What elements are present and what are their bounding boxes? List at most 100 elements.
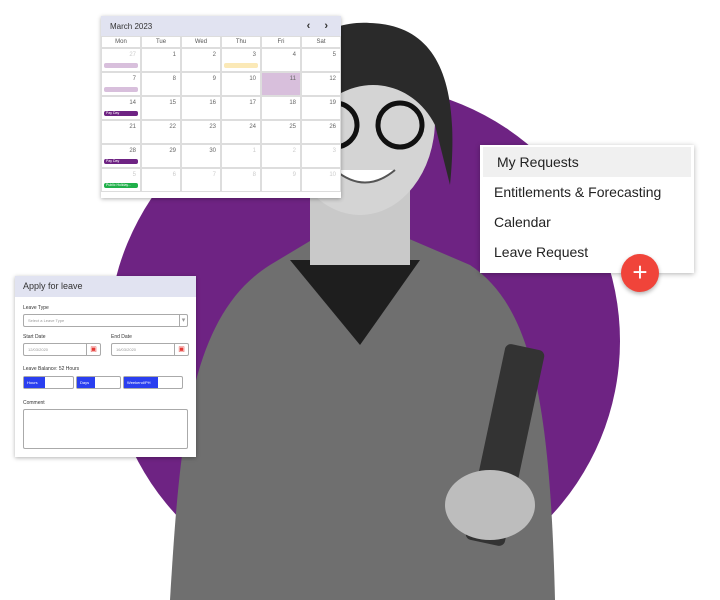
calendar-day[interactable]: 10	[221, 72, 261, 96]
calendar-day[interactable]: 9	[261, 168, 301, 192]
calendar-day[interactable]: 27	[101, 48, 141, 72]
calendar-icon[interactable]: ▣	[86, 344, 100, 355]
day-of-week-header: Wed	[181, 36, 221, 48]
calendar-day[interactable]: 17	[221, 96, 261, 120]
day-number: 1	[252, 148, 256, 154]
calendar-day[interactable]: 30	[181, 144, 221, 168]
comment-textarea[interactable]	[23, 409, 188, 449]
day-number: 12	[329, 76, 336, 82]
start-date-input[interactable]: 12/03/2020 ▣	[23, 343, 101, 356]
calendar-day[interactable]: 7	[181, 168, 221, 192]
menu-item-leave-request[interactable]: Leave Request	[480, 237, 694, 267]
day-number: 1	[172, 52, 176, 58]
day-of-week-header: Fri	[261, 36, 301, 48]
weekend-label: Weekend/PH	[124, 377, 158, 388]
apply-for-leave-form: Apply for leave Leave Type Select a Leav…	[15, 276, 196, 457]
leave-balance-label: Leave Balance: 52 Hours	[23, 366, 80, 372]
calendar-day[interactable]: 9	[181, 72, 221, 96]
end-date-label: End Date	[111, 334, 132, 340]
leave-type-placeholder: Select a Leave Type	[28, 318, 65, 323]
day-of-week-header: Tue	[141, 36, 181, 48]
day-number: 5	[332, 52, 336, 58]
day-of-week-header: Mon	[101, 36, 141, 48]
calendar-day[interactable]: 22	[141, 120, 181, 144]
calendar-header: March 2023 ‹ ›	[101, 16, 341, 36]
calendar-day[interactable]: 11	[261, 72, 301, 96]
day-number: 28	[129, 148, 136, 154]
calendar-day[interactable]: 8	[141, 72, 181, 96]
day-number: 3	[252, 52, 256, 58]
calendar-day[interactable]: 2	[181, 48, 221, 72]
chevron-left-icon[interactable]: ‹	[307, 20, 311, 32]
calendar-event[interactable]: Pay Day	[104, 159, 138, 164]
days-field[interactable]: Days	[76, 376, 121, 389]
menu-item-my-requests[interactable]: My Requests	[483, 147, 691, 177]
day-number: 6	[172, 172, 176, 178]
calendar-icon[interactable]: ▣	[174, 344, 188, 355]
hours-field[interactable]: Hours	[23, 376, 74, 389]
calendar-day[interactable]: 4	[261, 48, 301, 72]
end-date-input[interactable]: 16/03/2020 ▣	[111, 343, 189, 356]
calendar-day[interactable]: 5	[301, 48, 341, 72]
day-number: 7	[132, 76, 136, 82]
day-number: 27	[129, 52, 136, 58]
calendar-event[interactable]: Public Holiday...	[104, 183, 138, 188]
calendar-day[interactable]: 7	[101, 72, 141, 96]
hours-label: Hours	[24, 377, 45, 388]
calendar-day[interactable]: 3	[221, 48, 261, 72]
calendar-day[interactable]: 25	[261, 120, 301, 144]
calendar-day[interactable]: 1	[141, 48, 181, 72]
calendar-day[interactable]: 12	[301, 72, 341, 96]
add-button[interactable]: +	[621, 254, 659, 292]
day-number: 18	[289, 100, 296, 106]
chevron-right-icon[interactable]: ›	[324, 20, 328, 32]
calendar-day[interactable]: 18	[261, 96, 301, 120]
calendar-day[interactable]: 5 Public Holiday...	[101, 168, 141, 192]
day-of-week-header: Sat	[301, 36, 341, 48]
day-number: 26	[329, 124, 336, 130]
calendar-event[interactable]	[104, 87, 138, 92]
calendar-day[interactable]: 1	[221, 144, 261, 168]
plus-icon: +	[632, 257, 648, 287]
day-number: 24	[249, 124, 256, 130]
calendar-day[interactable]: 6	[141, 168, 181, 192]
menu-item-entitlements[interactable]: Entitlements & Forecasting	[480, 177, 694, 207]
calendar-day[interactable]: 23	[181, 120, 221, 144]
calendar-widget: March 2023 ‹ › Mon Tue Wed Thu Fri Sat 27 1 2 3 4 5…	[101, 16, 341, 198]
day-number: 14	[129, 100, 136, 106]
day-number: 10	[249, 76, 256, 82]
calendar-day[interactable]: 24	[221, 120, 261, 144]
days-label: Days	[77, 377, 95, 388]
calendar-event[interactable]	[104, 63, 138, 68]
day-number: 8	[252, 172, 256, 178]
weekend-field[interactable]: Weekend/PH	[123, 376, 183, 389]
menu-item-calendar[interactable]: Calendar	[480, 207, 694, 237]
calendar-day[interactable]: 3	[301, 144, 341, 168]
calendar-day[interactable]: 16	[181, 96, 221, 120]
chevron-down-icon: ▾	[179, 315, 187, 326]
calendar-day[interactable]: 19	[301, 96, 341, 120]
day-number: 19	[329, 100, 336, 106]
calendar-day[interactable]: 2	[261, 144, 301, 168]
calendar-event[interactable]	[224, 63, 258, 68]
calendar-day[interactable]: 8	[221, 168, 261, 192]
calendar-day[interactable]: 14 Pay Day	[101, 96, 141, 120]
leave-type-select[interactable]: Select a Leave Type ▾	[23, 314, 188, 327]
calendar-day[interactable]: 21	[101, 120, 141, 144]
day-number: 16	[209, 100, 216, 106]
day-number: 29	[169, 148, 176, 154]
navigation-menu: My Requests Entitlements & Forecasting C…	[480, 145, 694, 273]
day-number: 9	[292, 172, 296, 178]
calendar-day[interactable]: 26	[301, 120, 341, 144]
day-number: 5	[132, 172, 136, 178]
day-number: 17	[249, 100, 256, 106]
calendar-day[interactable]: 10	[301, 168, 341, 192]
end-date-value: 16/03/2020	[116, 347, 137, 352]
calendar-day[interactable]: 15	[141, 96, 181, 120]
day-number: 11	[289, 76, 296, 82]
day-number: 4	[292, 52, 296, 58]
calendar-day[interactable]: 29	[141, 144, 181, 168]
calendar-event[interactable]: Pay Day	[104, 111, 138, 116]
calendar-day[interactable]: 28 Pay Day	[101, 144, 141, 168]
day-number: 22	[169, 124, 176, 130]
